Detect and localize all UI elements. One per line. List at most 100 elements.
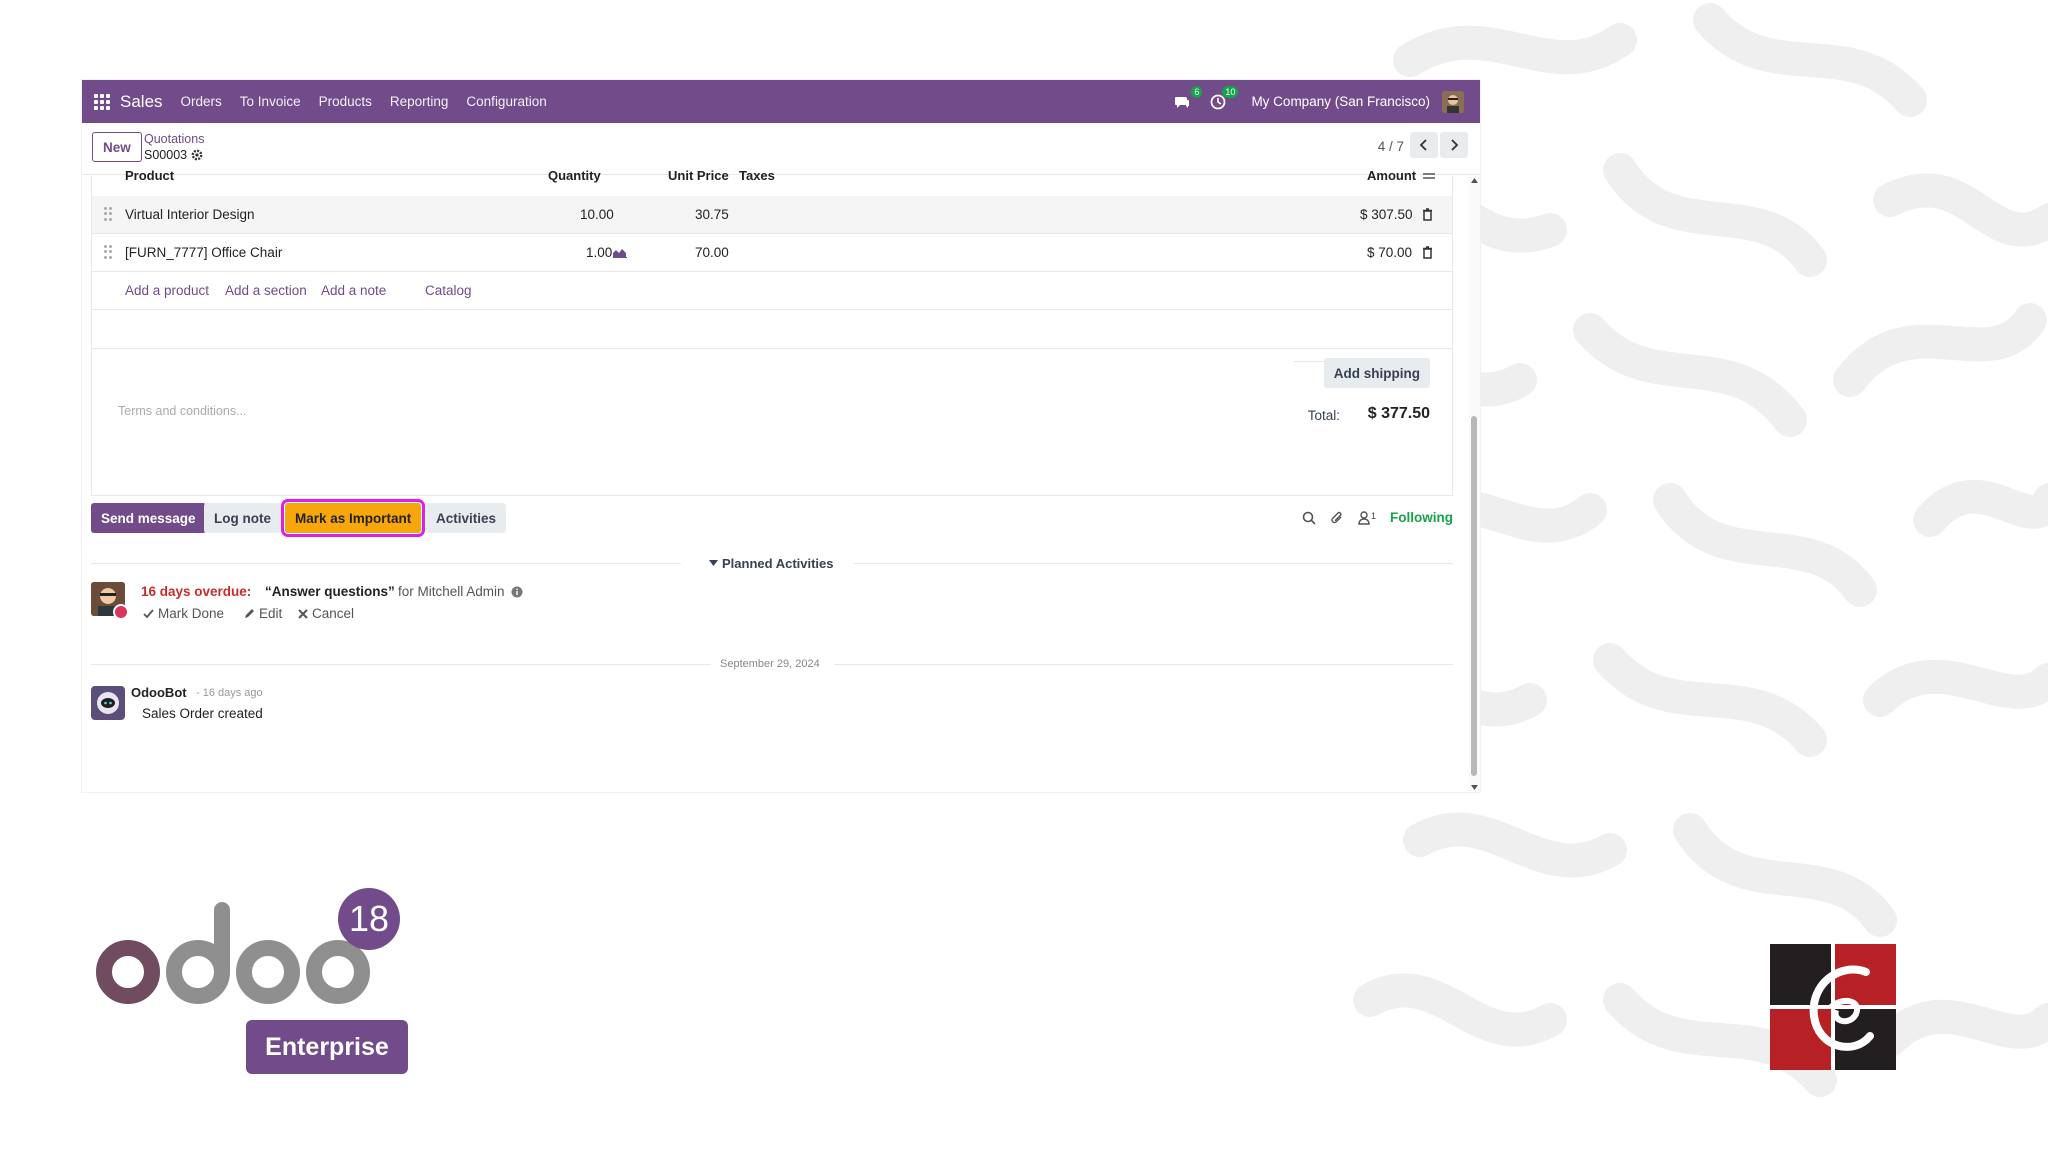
info-icon[interactable]	[511, 586, 523, 598]
user-avatar[interactable]	[1442, 90, 1464, 113]
new-button[interactable]: New	[92, 132, 142, 162]
message-author[interactable]: OdooBot	[131, 685, 187, 700]
menu-products[interactable]: Products	[319, 94, 372, 109]
breadcrumb-quotations[interactable]: Quotations	[144, 132, 204, 146]
check-icon	[143, 608, 154, 618]
user-icon	[1358, 510, 1370, 525]
email-activity-icon	[113, 604, 129, 620]
line-unit-price[interactable]: 30.75	[695, 207, 729, 222]
pager-value[interactable]: 4 / 7	[1378, 139, 1404, 154]
header-product[interactable]: Product	[125, 168, 174, 183]
menu-orders[interactable]: Orders	[181, 94, 222, 109]
partner-logo	[1770, 944, 1896, 1070]
odoo-window: Sales Orders To Invoice Products Reporti…	[82, 80, 1480, 792]
menu-reporting[interactable]: Reporting	[390, 94, 449, 109]
close-icon	[298, 608, 308, 619]
pager-previous-button[interactable]	[1410, 132, 1438, 158]
gear-icon[interactable]	[191, 149, 203, 161]
chatter-message: OdooBot - 16 days ago Sales Order create…	[91, 682, 1453, 732]
company-switcher[interactable]: My Company (San Francisco)	[1251, 94, 1430, 109]
messaging-button[interactable]: 6	[1171, 85, 1203, 113]
scrollbar[interactable]	[1469, 176, 1480, 792]
scrollbar-thumb[interactable]	[1471, 416, 1477, 776]
add-section-link[interactable]: Add a section	[225, 283, 307, 298]
line-actions: Add a product Add a section Add a note C…	[92, 272, 1452, 310]
catalog-link[interactable]: Catalog	[425, 283, 472, 298]
activity-overdue: 16 days overdue:	[141, 584, 252, 599]
chat-icon	[1175, 96, 1190, 108]
mark-done-label: Mark Done	[158, 606, 225, 621]
cancel-activity-button[interactable]: Cancel	[298, 606, 354, 621]
header-unit-price[interactable]: Unit Price	[668, 168, 729, 183]
following-button[interactable]: Following	[1390, 510, 1453, 525]
line-product[interactable]: [FURN_7777] Office Chair	[125, 245, 282, 260]
followers-button[interactable]: 1	[1358, 511, 1376, 525]
activities-button[interactable]: 10	[1207, 85, 1239, 113]
optional-columns-icon[interactable]	[1422, 171, 1436, 181]
log-note-button[interactable]: Log note	[204, 503, 281, 533]
trash-icon[interactable]	[1422, 246, 1433, 259]
forecast-chart-icon[interactable]	[612, 247, 627, 258]
pager-next-button[interactable]	[1440, 132, 1468, 158]
scroll-down-icon[interactable]	[1471, 785, 1478, 790]
drag-handle-icon[interactable]	[104, 245, 112, 259]
trash-icon[interactable]	[1422, 208, 1433, 221]
add-shipping-button[interactable]: Add shipping	[1323, 358, 1430, 388]
paperclip-icon[interactable]	[1330, 511, 1344, 525]
apps-menu-icon[interactable]	[94, 93, 110, 110]
edition-badge: Enterprise	[246, 1020, 408, 1074]
date-separator: September 29, 2024	[720, 658, 820, 670]
breadcrumb-current: S00003	[144, 148, 203, 162]
planned-activities-label: Planned Activities	[722, 556, 834, 571]
caret-down-icon	[709, 560, 718, 566]
menu-to-invoice[interactable]: To Invoice	[240, 94, 301, 109]
odoobot-avatar[interactable]	[91, 686, 125, 720]
cancel-label: Cancel	[312, 606, 355, 621]
terms-field[interactable]: Terms and conditions...	[118, 404, 247, 418]
header-amount[interactable]: Amount	[1367, 168, 1416, 183]
send-message-button[interactable]: Send message	[91, 503, 206, 533]
scroll-up-icon[interactable]	[1471, 178, 1478, 183]
total-value: $ 377.50	[1367, 405, 1430, 422]
activity-item: 16 days overdue: “Answer questions” for …	[91, 582, 1453, 632]
planned-activities-toggle[interactable]: Planned Activities	[709, 556, 834, 571]
edit-activity-button[interactable]: Edit	[244, 606, 282, 621]
followers-count: 1	[1370, 510, 1376, 521]
messages-badge: 6	[1191, 85, 1203, 98]
pencil-icon	[245, 609, 254, 618]
header-taxes[interactable]: Taxes	[739, 168, 775, 183]
table-row[interactable]: Virtual Interior Design 10.00 30.75 $ 30…	[92, 196, 1452, 234]
activity-avatar[interactable]	[91, 582, 129, 620]
activity-assignee: for Mitchell Admin	[398, 584, 523, 599]
main-navbar: Sales Orders To Invoice Products Reporti…	[82, 80, 1480, 123]
mark-important-button[interactable]: Mark as Important	[280, 499, 426, 537]
line-product[interactable]: Virtual Interior Design	[125, 207, 255, 222]
message-time: - 16 days ago	[196, 687, 263, 699]
line-unit-price[interactable]: 70.00	[695, 245, 729, 260]
menu-configuration[interactable]: Configuration	[466, 94, 546, 109]
chevron-right-icon	[1451, 139, 1459, 151]
line-amount: $ 70.00	[1367, 245, 1413, 260]
header-quantity[interactable]: Quantity	[548, 168, 601, 183]
line-quantity[interactable]: 1.00	[586, 245, 612, 260]
add-product-link[interactable]: Add a product	[125, 283, 209, 298]
search-icon[interactable]	[1302, 511, 1316, 525]
app-name[interactable]: Sales	[120, 92, 163, 112]
chevron-left-icon	[1419, 139, 1427, 151]
drag-handle-icon[interactable]	[104, 207, 112, 221]
activity-title: “Answer questions”	[265, 584, 395, 599]
edit-label: Edit	[259, 606, 283, 621]
date-divider-left	[91, 664, 711, 665]
line-quantity[interactable]: 10.00	[580, 207, 614, 222]
record-name: S00003	[144, 148, 188, 162]
add-note-link[interactable]: Add a note	[321, 283, 386, 298]
date-divider-right	[834, 664, 1453, 665]
mark-done-button[interactable]: Mark Done	[143, 606, 224, 621]
activities-button[interactable]: Activities	[426, 503, 507, 533]
shipping-divider	[1294, 361, 1330, 362]
table-row[interactable]: [FURN_7777] Office Chair 1.00 70.00 $ 70…	[92, 234, 1452, 272]
planned-divider-left	[91, 563, 681, 564]
line-amount: $ 307.50	[1360, 207, 1413, 222]
activity-for: for Mitchell Admin	[398, 584, 505, 599]
chatter-toolbar: Send message Log note Mark as Important …	[91, 499, 1453, 537]
